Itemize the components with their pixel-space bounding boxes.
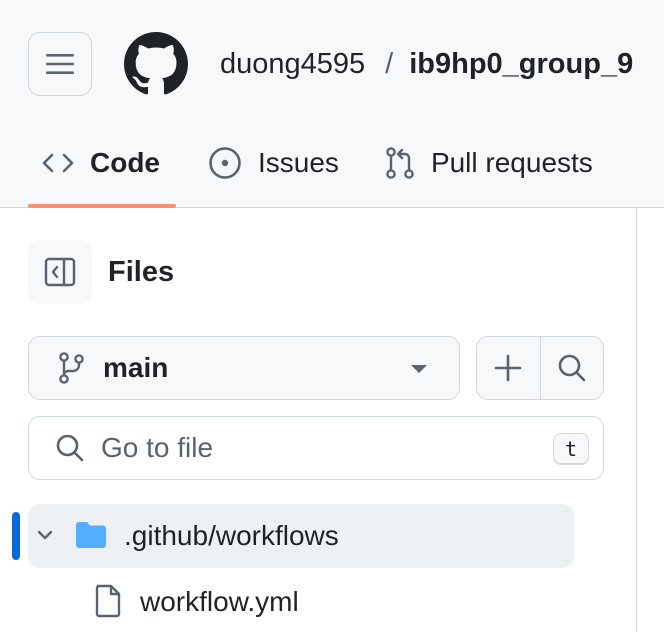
repo-header: duong4595 / ib9hp0_group_9 Code Issues P… [0, 0, 664, 208]
branch-name: main [103, 352, 169, 383]
chevron-down-icon[interactable] [36, 526, 54, 544]
panel-divider[interactable] [636, 208, 637, 632]
tree-item-file[interactable]: workflow.yml [28, 570, 574, 632]
tree-item-label: workflow.yml [140, 586, 299, 617]
plus-icon [495, 354, 522, 382]
file-actions-group [476, 336, 604, 400]
tab-code-label: Code [90, 147, 160, 178]
search-icon [55, 433, 85, 463]
sidebar-collapse-icon [44, 257, 76, 287]
triangle-down-icon [411, 365, 427, 373]
repo-name-link[interactable]: ib9hp0_group_9 [409, 48, 633, 81]
tab-issues[interactable]: Issues [194, 118, 353, 208]
files-heading: Files [108, 256, 175, 288]
keyboard-shortcut-hint: t [553, 433, 589, 465]
add-file-button[interactable] [477, 337, 540, 399]
selected-indicator [12, 512, 20, 560]
file-icon [94, 584, 122, 618]
tab-issues-label: Issues [258, 147, 339, 178]
hamburger-icon [46, 54, 74, 74]
go-to-file-placeholder: Go to file [101, 432, 214, 463]
breadcrumb: duong4595 / ib9hp0_group_9 [220, 44, 633, 84]
search-code-button[interactable] [539, 337, 603, 399]
collapse-file-tree-button[interactable] [28, 240, 92, 304]
branch-selector[interactable]: main [28, 336, 460, 400]
tab-pull-requests-label: Pull requests [430, 147, 593, 178]
global-menu-button[interactable] [28, 32, 92, 96]
breadcrumb-separator: / [385, 47, 394, 80]
git-pull-request-icon [385, 146, 415, 180]
tree-item-label: .github/workflows [124, 520, 339, 551]
github-logo-icon[interactable] [124, 32, 188, 96]
search-icon [558, 354, 586, 382]
tree-item-folder[interactable]: .github/workflows [28, 504, 574, 568]
issue-opened-icon [208, 146, 242, 180]
code-icon [42, 151, 74, 175]
tab-pull-requests[interactable]: Pull requests [371, 118, 607, 208]
repo-owner-link[interactable]: duong4595 [220, 48, 365, 81]
repo-nav-tabs: Code Issues Pull requests [28, 118, 607, 208]
folder-open-icon [74, 520, 108, 550]
tab-code[interactable]: Code [28, 118, 176, 208]
go-to-file-input[interactable]: Go to file t [28, 416, 604, 480]
git-branch-icon [57, 351, 85, 385]
